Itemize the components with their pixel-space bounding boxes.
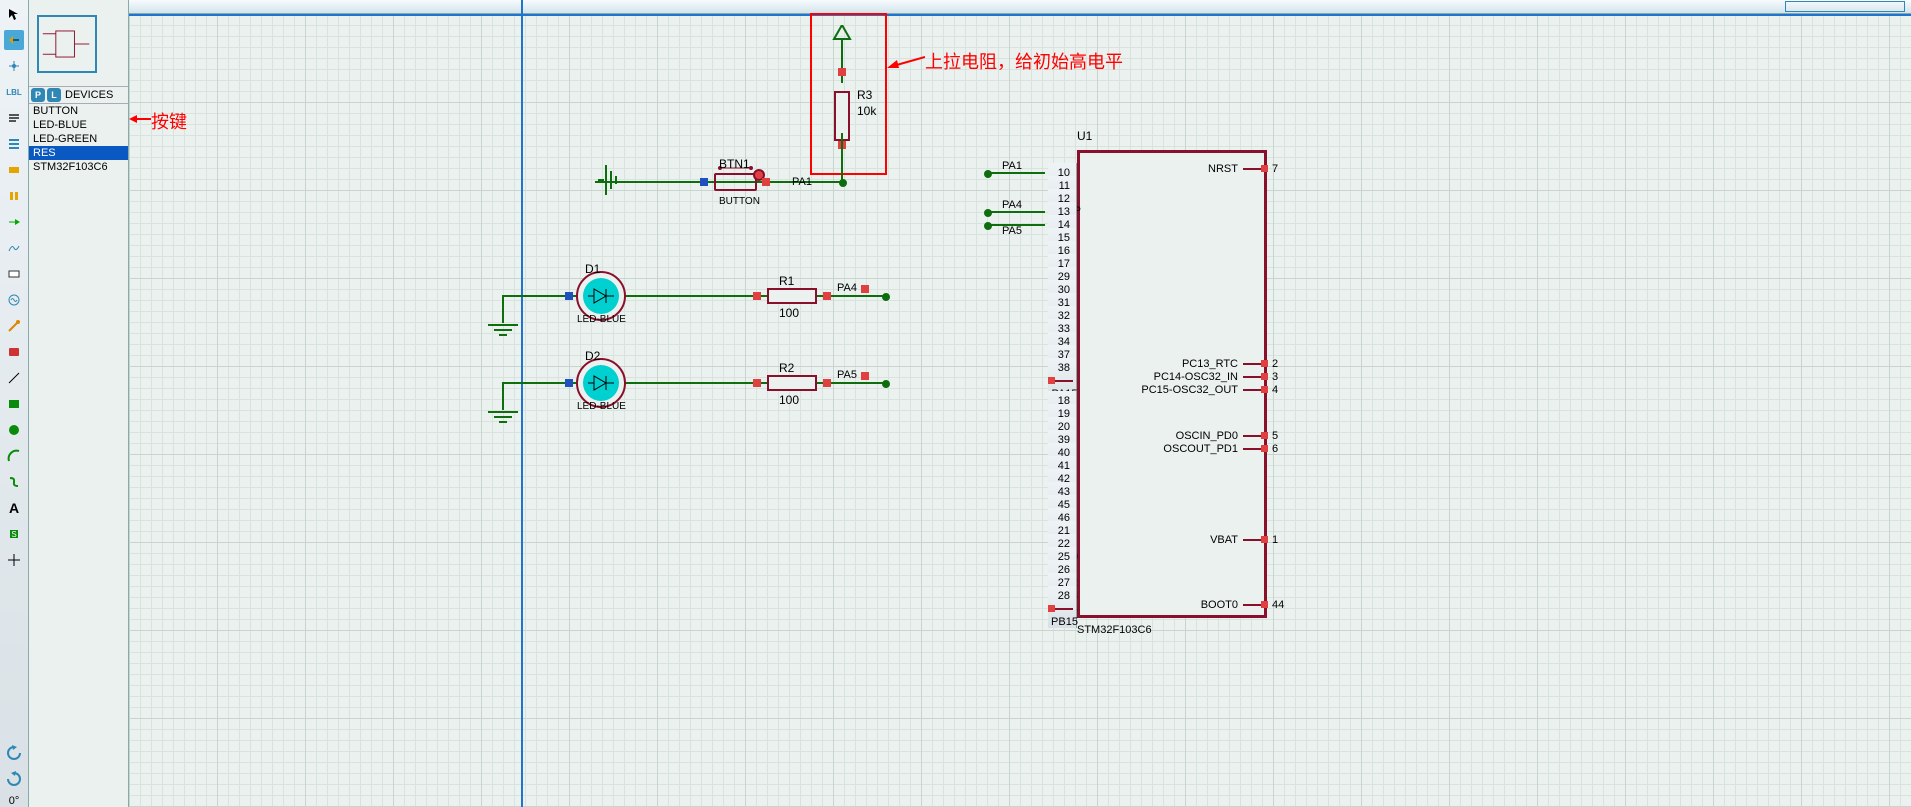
ic-pin[interactable]: NRST7 xyxy=(1128,163,1296,175)
toolbar-left: LBL A S 0° xyxy=(0,0,29,807)
ic-pin[interactable]: BOOT044 xyxy=(1128,599,1296,611)
part-value: 100 xyxy=(779,393,799,407)
part-ref: D1 xyxy=(585,262,600,276)
bus-tool-icon[interactable] xyxy=(4,134,24,154)
text-tool-icon[interactable]: A xyxy=(4,498,24,518)
part-footprint: BUTTON xyxy=(719,196,760,207)
device-panel: P L DEVICES BUTTON LED-BLUE LED-GREEN RE… xyxy=(29,0,129,807)
part-ref: R1 xyxy=(779,274,794,288)
app: LBL A S 0° P L DEVICES xyxy=(0,0,1911,807)
ground-symbol[interactable] xyxy=(598,165,622,195)
part-ref: R3 xyxy=(857,88,872,102)
list-item[interactable]: LED-BLUE xyxy=(29,118,128,132)
list-item[interactable]: LED-GREEN xyxy=(29,132,128,146)
button-btn1[interactable] xyxy=(714,173,757,191)
part-footprint: LED-BLUE xyxy=(577,401,626,412)
part-footprint: LED-BLUE xyxy=(577,314,626,325)
part-footprint: STM32F103C6 xyxy=(1077,624,1152,636)
device-header: P L DEVICES xyxy=(29,87,128,104)
circle-tool-icon[interactable] xyxy=(4,420,24,440)
net-label[interactable]: PA5 xyxy=(834,369,860,381)
terminal-tool-icon[interactable] xyxy=(4,186,24,206)
text-block-tool-icon[interactable] xyxy=(4,108,24,128)
rect-tool-icon[interactable] xyxy=(4,394,24,414)
symbol-tool-icon[interactable]: S xyxy=(4,524,24,544)
l-button-icon[interactable]: L xyxy=(47,88,61,102)
subcircuit-tool-icon[interactable] xyxy=(4,160,24,180)
instrument-tool-icon[interactable] xyxy=(4,342,24,362)
junction-tool-icon[interactable] xyxy=(4,56,24,76)
device-header-label: DEVICES xyxy=(65,89,113,101)
ic-pin[interactable]: VBAT1 xyxy=(1128,534,1296,546)
graph-tool-icon[interactable] xyxy=(4,238,24,258)
part-ref: D2 xyxy=(585,349,600,363)
schematic-canvas[interactable]: 按键 上拉电阻，给初始高电平 R3 10k BTN1 BUTTON PA1 xyxy=(129,0,1911,807)
tape-tool-icon[interactable] xyxy=(4,264,24,284)
probe-tool-icon[interactable] xyxy=(4,316,24,336)
device-preview xyxy=(29,0,128,87)
net-label[interactable]: PA4 xyxy=(999,199,1025,211)
label-tool-icon[interactable]: LBL xyxy=(4,82,24,102)
net-label[interactable]: PA1 xyxy=(789,176,815,188)
ic-pin[interactable]: PC13_RTC2 xyxy=(1128,358,1296,370)
origin-tool-icon[interactable] xyxy=(4,550,24,570)
net-label[interactable]: PA5 xyxy=(999,225,1025,237)
p-button-icon[interactable]: P xyxy=(31,88,45,102)
arc-tool-icon[interactable] xyxy=(4,446,24,466)
list-item[interactable]: STM32F103C6 xyxy=(29,160,128,174)
ic-pin[interactable]: OSCIN_PD05 xyxy=(1128,430,1296,442)
arrow-tool-icon[interactable] xyxy=(4,4,24,24)
part-ref: BTN1 xyxy=(719,157,750,171)
net-label[interactable]: PA1 xyxy=(999,160,1025,172)
path-tool-icon[interactable] xyxy=(4,472,24,492)
list-item[interactable]: RES xyxy=(29,146,128,160)
annotation-arrow-icon xyxy=(129,112,151,126)
annotation-arrow-icon xyxy=(887,52,925,70)
ic-pin[interactable]: PC15-OSC32_OUT4 xyxy=(1128,384,1296,396)
part-ref: R2 xyxy=(779,361,794,375)
resistor-r1[interactable] xyxy=(767,288,817,304)
rotation-label: 0° xyxy=(9,795,20,807)
annotation-pullup-label: 上拉电阻，给初始高电平 xyxy=(925,48,1123,74)
part-value: 10k xyxy=(857,104,876,118)
resistor-r2[interactable] xyxy=(767,375,817,391)
part-value: 100 xyxy=(779,306,799,320)
ground-symbol[interactable] xyxy=(488,404,518,428)
rotate-cw-icon[interactable] xyxy=(4,769,24,789)
ic-pin[interactable]: OSCOUT_PD16 xyxy=(1128,443,1296,455)
rotate-ccw-icon[interactable] xyxy=(4,743,24,763)
ic-pin[interactable]: 28PB15 xyxy=(1048,586,1077,628)
ic-u1[interactable]: 10PA0-WKUP11PA112PA213PA314PA415PA516PA6… xyxy=(1077,150,1267,618)
svg-text:S: S xyxy=(11,530,16,539)
component-tool-icon[interactable] xyxy=(4,30,24,50)
line-tool-icon[interactable] xyxy=(4,368,24,388)
ground-symbol[interactable] xyxy=(488,317,518,341)
part-ref: U1 xyxy=(1077,129,1092,143)
pin-tool-icon[interactable] xyxy=(4,212,24,232)
list-item[interactable]: BUTTON xyxy=(29,104,128,118)
ic-pin[interactable]: PC14-OSC32_IN3 xyxy=(1128,371,1296,383)
net-label[interactable]: PA4 xyxy=(834,282,860,294)
annotation-button-label: 按键 xyxy=(151,108,187,134)
device-list: BUTTON LED-BLUE LED-GREEN RES STM32F103C… xyxy=(29,104,128,807)
power-symbol[interactable] xyxy=(832,25,852,50)
generator-tool-icon[interactable] xyxy=(4,290,24,310)
